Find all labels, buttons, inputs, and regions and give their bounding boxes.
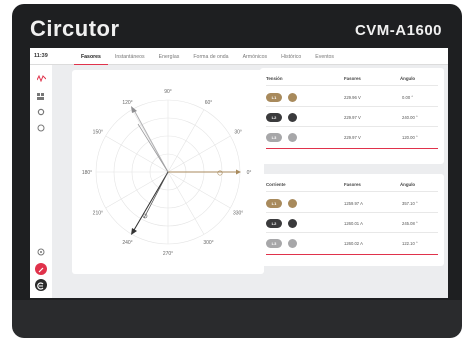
tab-instantaneos[interactable]: Instantáneos [108, 48, 152, 65]
color-dot [288, 239, 297, 248]
current-header-angle: Ángulo [400, 182, 416, 187]
phase-badge: L2 [266, 219, 282, 228]
voltage-angle: 240.00 ° [402, 115, 418, 120]
current-value: 1260.02 A [344, 241, 363, 246]
color-dot [288, 219, 297, 228]
phasor-angle-label: 90° [164, 89, 172, 95]
divider [266, 212, 438, 213]
current-header-phasors: Fasores [344, 182, 361, 187]
voltage-angle: 0.00 ° [402, 95, 413, 100]
edit-icon[interactable] [35, 263, 47, 275]
tab-energias[interactable]: Energías [152, 48, 187, 65]
voltage-header-phasors: Fasores [344, 76, 361, 81]
phasor-angle-label: 180° [82, 170, 92, 176]
model-name: CVM-A1600 [354, 22, 442, 39]
phasor-angle-label: 0° [247, 170, 252, 176]
tab-fasores[interactable]: Fasores [74, 48, 108, 65]
current-angle: 122.10 ° [402, 241, 418, 246]
settings-icon[interactable] [36, 107, 46, 117]
tab-bar: Fasores Instantáneos Energías Forma de o… [74, 48, 341, 65]
power-icon[interactable] [36, 123, 46, 133]
tab-historico[interactable]: Histórico [274, 48, 308, 65]
current-angle: 245.08 ° [402, 221, 418, 226]
phasor-spoke [167, 171, 205, 235]
waveform-icon[interactable] [36, 73, 46, 83]
phasor-spoke [167, 171, 231, 209]
top-bar: 11:39 Fasores Instantáneos Energías Form… [30, 48, 448, 65]
phase-badge: L1 [266, 93, 282, 102]
divider [266, 126, 438, 127]
color-dot [288, 133, 297, 142]
clock: 11:39 [34, 53, 48, 59]
divider [266, 232, 438, 233]
phasor-angle-label: 210° [93, 211, 103, 217]
tab-armonicos[interactable]: Armónicos [236, 48, 275, 65]
phasor-spoke [167, 109, 205, 173]
sidebar [30, 65, 52, 298]
divider [266, 106, 438, 107]
color-dot [288, 199, 297, 208]
phase-badge: L1 [266, 199, 282, 208]
device-base [12, 300, 462, 338]
divider [266, 85, 438, 86]
phasor-spoke [167, 135, 231, 173]
current-table: Corriente Fasores Ángulo L1 1259.97 A 35… [260, 174, 444, 266]
grid-icon[interactable] [36, 91, 46, 101]
phase-badge: L2 [266, 113, 282, 122]
accent-divider [266, 254, 438, 255]
voltage-value: 229.97 V [344, 135, 361, 140]
phasor-angle-label: 30° [234, 130, 242, 136]
voltage-header-label: Tensión [266, 76, 283, 81]
current-value: 1259.97 A [344, 201, 363, 206]
brand-e-icon[interactable] [35, 279, 47, 291]
accent-divider [266, 148, 438, 149]
phasor-angle-label: 300° [203, 240, 213, 246]
voltage-header-angle: Ángulo [400, 76, 416, 81]
phasor-angle-label: 270° [163, 251, 173, 257]
current-value: 1260.01 A [344, 221, 363, 226]
tab-eventos[interactable]: Eventos [308, 48, 341, 65]
phasor-diagram: 90° 60° 30° 0° 330° 300° 270° 240° 210° 180° 150° 1… [82, 89, 252, 257]
current-header-label: Corriente [266, 182, 286, 187]
help-icon[interactable] [36, 247, 46, 257]
tab-forma-de-onda[interactable]: Forma de onda [186, 48, 235, 65]
current-angle: 357.10 ° [402, 201, 418, 206]
phasor-angle-label: 240° [122, 240, 132, 246]
voltage-angle: 120.00 ° [402, 135, 418, 140]
display-screen: 11:39 Fasores Instantáneos Energías Form… [30, 48, 448, 298]
v-l3-arrowhead [131, 106, 137, 113]
voltage-table: Tensión Fasores Ángulo L1 229.96 V 0.00 … [260, 68, 444, 164]
voltage-value: 229.97 V [344, 115, 361, 120]
phasor-angle-label: 120° [122, 100, 132, 106]
phasor-angle-label: 60° [205, 100, 213, 106]
phase-badge: L3 [266, 239, 282, 248]
color-dot [288, 113, 297, 122]
phasor-angle-label: 150° [93, 130, 103, 136]
phasor-angle-label: 330° [233, 211, 243, 217]
phase-badge: L3 [266, 133, 282, 142]
brand-logo: Circutor [30, 16, 120, 41]
phasor-diagram-panel: 90° 60° 30° 0° 330° 300° 270° 240° 210° 180° 150° 1… [72, 70, 264, 274]
voltage-value: 229.96 V [344, 95, 361, 100]
divider [266, 191, 438, 192]
color-dot [288, 93, 297, 102]
